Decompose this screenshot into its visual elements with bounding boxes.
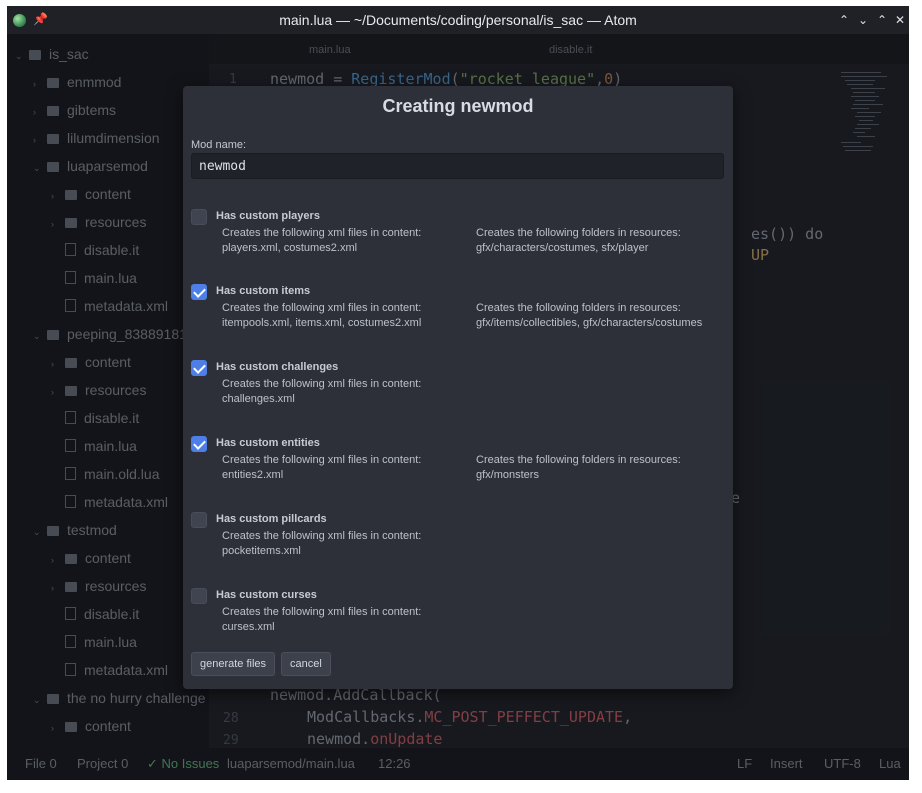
resources-folders-info: Creates the following folders in resourc… [476, 301, 702, 331]
resources-folders-info: Creates the following folders in resourc… [476, 453, 681, 483]
create-mod-dialog: Creating newmod Mod name: Has custom pla… [183, 86, 733, 689]
checkmark-icon [193, 437, 206, 450]
dialog-title: Creating newmod [382, 96, 534, 116]
title-bar: 📌 main.lua — ~/Documents/coding/personal… [7, 6, 909, 34]
option-label[interactable]: Has custom items [216, 285, 310, 297]
content-file-list: itempools.xml, items.xml, costumes2.xml [222, 317, 422, 329]
option-label[interactable]: Has custom pillcards [216, 513, 327, 525]
resources-heading: Creates the following folders in resourc… [476, 302, 681, 314]
content-file-list: pocketitems.xml [222, 545, 301, 557]
option-row: Has custom curses Creates the following x… [191, 588, 731, 648]
option-checkbox[interactable] [191, 284, 207, 300]
option-checkbox[interactable] [191, 512, 207, 528]
content-heading: Creates the following xml files in conte… [222, 378, 422, 390]
content-files-info: Creates the following xml files in conte… [222, 529, 421, 559]
minimize-icon[interactable]: ⌄ [854, 6, 872, 34]
option-checkbox[interactable] [191, 209, 207, 225]
content-file-list: curses.xml [222, 621, 275, 633]
maximize-icon[interactable]: ⌃ [873, 6, 891, 34]
resources-folder-list: gfx/items/collectibles, gfx/characters/c… [476, 317, 703, 329]
resources-folder-list: gfx/characters/costumes, sfx/player [476, 242, 649, 254]
checkmark-icon [193, 361, 206, 374]
cancel-button[interactable]: cancel [281, 652, 331, 676]
keep-above-icon[interactable]: ⌃ [835, 6, 853, 34]
option-label[interactable]: Has custom curses [216, 589, 317, 601]
option-row: Has custom items Creates the following xm… [191, 284, 731, 344]
content-files-info: Creates the following xml files in conte… [222, 301, 421, 331]
option-checkbox[interactable] [191, 436, 207, 452]
content-heading: Creates the following xml files in conte… [222, 227, 422, 239]
generate-files-button[interactable]: generate files [191, 652, 276, 676]
mod-name-input[interactable] [191, 153, 724, 179]
content-files-info: Creates the following xml files in conte… [222, 377, 421, 407]
content-heading: Creates the following xml files in conte… [222, 530, 422, 542]
checkmark-icon [193, 285, 206, 298]
content-files-info: Creates the following xml files in conte… [222, 605, 421, 635]
option-label[interactable]: Has custom entities [216, 437, 320, 449]
content-file-list: entities2.xml [222, 469, 284, 481]
window-title: main.lua — ~/Documents/coding/personal/i… [279, 12, 637, 28]
option-label[interactable]: Has custom players [216, 210, 320, 222]
option-checkbox[interactable] [191, 360, 207, 376]
content-files-info: Creates the following xml files in conte… [222, 226, 421, 256]
option-checkbox[interactable] [191, 588, 207, 604]
resources-folders-info: Creates the following folders in resourc… [476, 226, 681, 256]
option-label[interactable]: Has custom challenges [216, 361, 338, 373]
content-heading: Creates the following xml files in conte… [222, 606, 422, 618]
resources-heading: Creates the following folders in resourc… [476, 227, 681, 239]
option-row: Has custom challenges Creates the followi… [191, 360, 731, 420]
content-heading: Creates the following xml files in conte… [222, 454, 422, 466]
option-row: Has custom players Creates the following … [191, 209, 731, 269]
option-row: Has custom pillcards Creates the followin… [191, 512, 731, 572]
content-file-list: challenges.xml [222, 393, 295, 405]
resources-heading: Creates the following folders in resourc… [476, 454, 681, 466]
content-file-list: players.xml, costumes2.xml [222, 242, 358, 254]
option-row: Has custom entities Creates the following… [191, 436, 731, 496]
mod-name-label: Mod name: [191, 139, 247, 151]
content-heading: Creates the following xml files in conte… [222, 302, 422, 314]
resources-folder-list: gfx/monsters [476, 469, 539, 481]
content-files-info: Creates the following xml files in conte… [222, 453, 421, 483]
close-icon[interactable]: ✕ [891, 6, 909, 34]
